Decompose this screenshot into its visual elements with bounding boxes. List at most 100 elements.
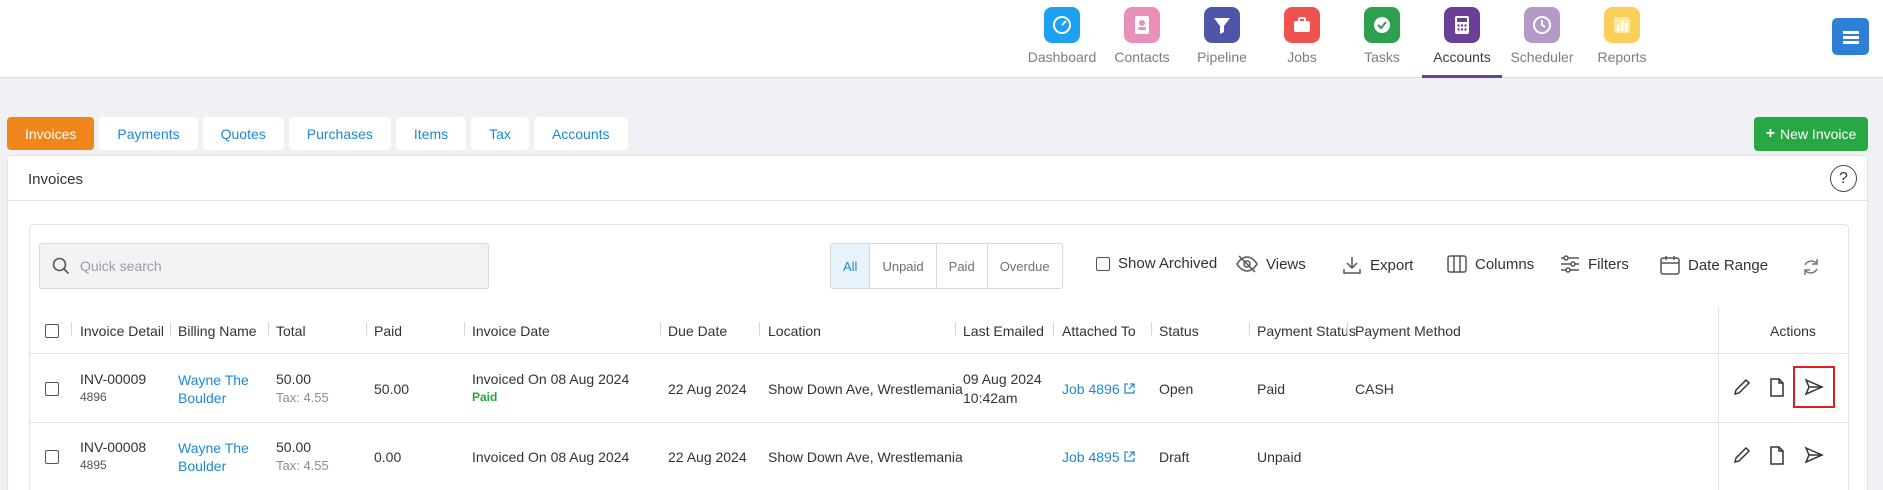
col-location[interactable]: Location xyxy=(768,323,821,339)
nav-contacts[interactable]: Contacts xyxy=(1102,0,1182,78)
invoice-id: 4895 xyxy=(80,458,107,472)
send-icon xyxy=(1804,446,1824,464)
col-attached-to[interactable]: Attached To xyxy=(1062,323,1136,339)
gauge-icon xyxy=(1044,7,1080,43)
filter-overdue[interactable]: Overdue xyxy=(988,244,1062,288)
row-checkbox[interactable] xyxy=(45,382,59,396)
nav-accounts[interactable]: Accounts xyxy=(1422,0,1502,78)
refresh-button[interactable] xyxy=(1801,257,1821,277)
pencil-icon xyxy=(1733,378,1751,396)
show-archived-toggle[interactable]: Show Archived xyxy=(1096,255,1217,272)
nav-tasks[interactable]: Tasks xyxy=(1342,0,1422,78)
tab-payments[interactable]: Payments xyxy=(99,117,198,150)
view-document-button[interactable] xyxy=(1761,371,1793,403)
col-status[interactable]: Status xyxy=(1159,323,1199,339)
billing-name-link[interactable]: Wayne The Boulder xyxy=(178,371,258,407)
invoice-detail[interactable]: INV-00008 4895 xyxy=(80,439,146,472)
table-row[interactable]: INV-00009 4896 Wayne The Boulder 50.00 T… xyxy=(30,355,1848,423)
views-button[interactable]: Views xyxy=(1236,255,1306,273)
main-nav: Dashboard Contacts Pipeline Jobs Tasks A… xyxy=(1022,0,1662,78)
col-payment-method[interactable]: Payment Method xyxy=(1355,323,1461,339)
view-document-button[interactable] xyxy=(1761,439,1793,471)
col-invoice-detail[interactable]: Invoice Detail xyxy=(80,323,164,339)
filter-all[interactable]: All xyxy=(831,244,871,288)
export-button[interactable]: Export xyxy=(1342,255,1413,275)
col-total[interactable]: Total xyxy=(276,323,306,339)
col-billing-name[interactable]: Billing Name xyxy=(178,323,257,339)
col-paid[interactable]: Paid xyxy=(374,323,402,339)
edit-button[interactable] xyxy=(1726,371,1758,403)
views-label: Views xyxy=(1266,255,1306,273)
tab-invoices[interactable]: Invoices xyxy=(7,117,95,150)
nav-label: Reports xyxy=(1597,49,1647,65)
col-invoice-date[interactable]: Invoice Date xyxy=(472,323,550,339)
paid-badge: Paid xyxy=(472,390,498,404)
external-link-icon xyxy=(1123,451,1135,462)
sliders-icon xyxy=(1561,255,1579,273)
nav-label: Accounts xyxy=(1433,49,1491,65)
tab-quotes[interactable]: Quotes xyxy=(202,117,284,150)
nav-scheduler[interactable]: Scheduler xyxy=(1502,0,1582,78)
status-value: Draft xyxy=(1159,449,1190,465)
payment-status-value: Paid xyxy=(1257,381,1286,397)
funnel-icon xyxy=(1204,7,1240,43)
col-due-date[interactable]: Due Date xyxy=(668,323,727,339)
send-button[interactable] xyxy=(1798,439,1830,471)
row-checkbox[interactable] xyxy=(45,450,59,464)
filters-label: Filters xyxy=(1588,255,1629,273)
calendar-icon xyxy=(1660,256,1680,275)
payment-status-value: Unpaid xyxy=(1257,449,1302,465)
filters-button[interactable]: Filters xyxy=(1560,255,1629,273)
columns-icon xyxy=(1447,255,1467,273)
send-button[interactable] xyxy=(1793,366,1835,408)
date-range-label: Date Range xyxy=(1688,256,1769,274)
document-icon xyxy=(1770,445,1784,465)
send-icon xyxy=(1804,378,1824,396)
invoice-number: INV-00008 xyxy=(80,439,147,455)
plus-icon: + xyxy=(1765,125,1776,142)
attached-to-link[interactable]: Job 4896 xyxy=(1062,381,1135,397)
show-archived-checkbox[interactable] xyxy=(1096,256,1110,271)
col-last-emailed[interactable]: Last Emailed xyxy=(963,323,1044,339)
date-range-button[interactable]: Date Range xyxy=(1660,255,1768,275)
new-invoice-label: New Invoice xyxy=(1780,126,1857,142)
edit-button[interactable] xyxy=(1726,439,1758,471)
table-row[interactable]: INV-00008 4895 Wayne The Boulder 50.00 T… xyxy=(30,423,1848,490)
nav-jobs[interactable]: Jobs xyxy=(1262,0,1342,78)
filter-unpaid[interactable]: Unpaid xyxy=(870,244,937,288)
tab-items[interactable]: Items xyxy=(395,117,467,150)
panel-title: Invoices xyxy=(28,171,84,188)
col-payment-status[interactable]: Payment Status xyxy=(1257,323,1356,339)
help-icon[interactable]: ? xyxy=(1830,165,1857,192)
columns-button[interactable]: Columns xyxy=(1447,255,1534,273)
nav-dashboard[interactable]: Dashboard xyxy=(1022,0,1102,78)
invoices-panel: Invoices ? All Unpaid Paid Overdue Show … xyxy=(7,155,1868,490)
refresh-icon xyxy=(1804,259,1818,275)
last-emailed-date: 09 Aug 2024 xyxy=(963,371,1042,387)
table-header: Invoice Detail Billing Name Total Paid I… xyxy=(30,307,1848,354)
filter-paid[interactable]: Paid xyxy=(937,244,988,288)
search-input[interactable] xyxy=(80,258,460,274)
nav-reports[interactable]: Reports xyxy=(1582,0,1662,78)
export-label: Export xyxy=(1370,256,1414,274)
panel-header: Invoices ? xyxy=(8,156,1867,201)
search-icon xyxy=(52,257,70,275)
app-menu-button[interactable] xyxy=(1832,18,1869,55)
attached-job: Job 4896 xyxy=(1062,381,1120,397)
select-all-checkbox[interactable] xyxy=(45,324,59,338)
nav-pipeline[interactable]: Pipeline xyxy=(1182,0,1262,78)
tab-purchases[interactable]: Purchases xyxy=(288,117,391,150)
invoice-date: Invoiced On 08 Aug 2024 xyxy=(472,449,630,465)
due-date: 22 Aug 2024 xyxy=(668,381,747,397)
tab-accounts[interactable]: Accounts xyxy=(533,117,628,150)
billing-name-link[interactable]: Wayne The Boulder xyxy=(178,439,258,475)
new-invoice-button[interactable]: + New Invoice xyxy=(1754,117,1868,151)
document-icon xyxy=(1770,377,1784,397)
show-archived-label: Show Archived xyxy=(1118,255,1218,272)
actions-column xyxy=(1718,307,1848,490)
pencil-icon xyxy=(1733,446,1751,464)
tab-tax[interactable]: Tax xyxy=(471,117,529,150)
attached-to-link[interactable]: Job 4895 xyxy=(1062,449,1135,465)
nav-label: Pipeline xyxy=(1197,49,1247,65)
invoice-detail[interactable]: INV-00009 4896 xyxy=(80,371,146,404)
